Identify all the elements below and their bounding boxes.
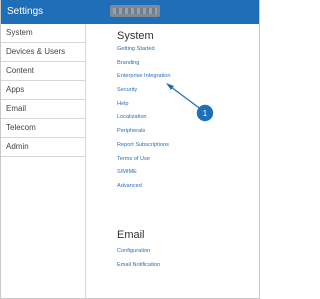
email-notification-link[interactable]: Email Notification (117, 262, 160, 269)
system-section-title: System (117, 30, 154, 42)
localization-link[interactable]: Localization (117, 114, 170, 121)
email-link-list: Configuration Email Notification (117, 248, 160, 275)
sidebar-item-admin[interactable]: Admin (1, 138, 85, 157)
email-section-title: Email (117, 229, 145, 241)
redacted-account-name (110, 5, 160, 17)
sidebar-item-content[interactable]: Content (1, 62, 85, 81)
sidebar-item-apps[interactable]: Apps (1, 81, 85, 100)
enterprise-integration-link[interactable]: Enterprise Integration (117, 73, 170, 80)
sidebar-item-email[interactable]: Email (1, 100, 85, 119)
report-subscriptions-link[interactable]: Report Subscriptions (117, 142, 170, 149)
getting-started-link[interactable]: Getting Started (117, 46, 170, 53)
sidebar-item-devices-users[interactable]: Devices & Users (1, 43, 85, 62)
system-link-list: Getting Started Branding Enterprise Inte… (117, 46, 170, 197)
configuration-link[interactable]: Configuration (117, 248, 160, 255)
settings-window: Settings System Devices & Users Content … (0, 0, 260, 299)
settings-sidebar: System Devices & Users Content Apps Emai… (1, 24, 86, 298)
help-link[interactable]: Help (117, 101, 170, 108)
page-title: Settings (7, 6, 44, 17)
peripherals-link[interactable]: Peripherals (117, 128, 170, 135)
branding-link[interactable]: Branding (117, 60, 170, 67)
sidebar-item-telecom[interactable]: Telecom (1, 119, 85, 138)
advanced-link[interactable]: Advanced (117, 183, 170, 190)
sidebar-item-system[interactable]: System (1, 24, 85, 43)
terms-of-use-link[interactable]: Terms of Use (117, 156, 170, 163)
security-link[interactable]: Security (117, 87, 170, 94)
settings-content: System Getting Started Branding Enterpri… (86, 24, 259, 298)
header-bar: Settings (1, 0, 259, 24)
smime-link[interactable]: S/MIME (117, 169, 170, 176)
